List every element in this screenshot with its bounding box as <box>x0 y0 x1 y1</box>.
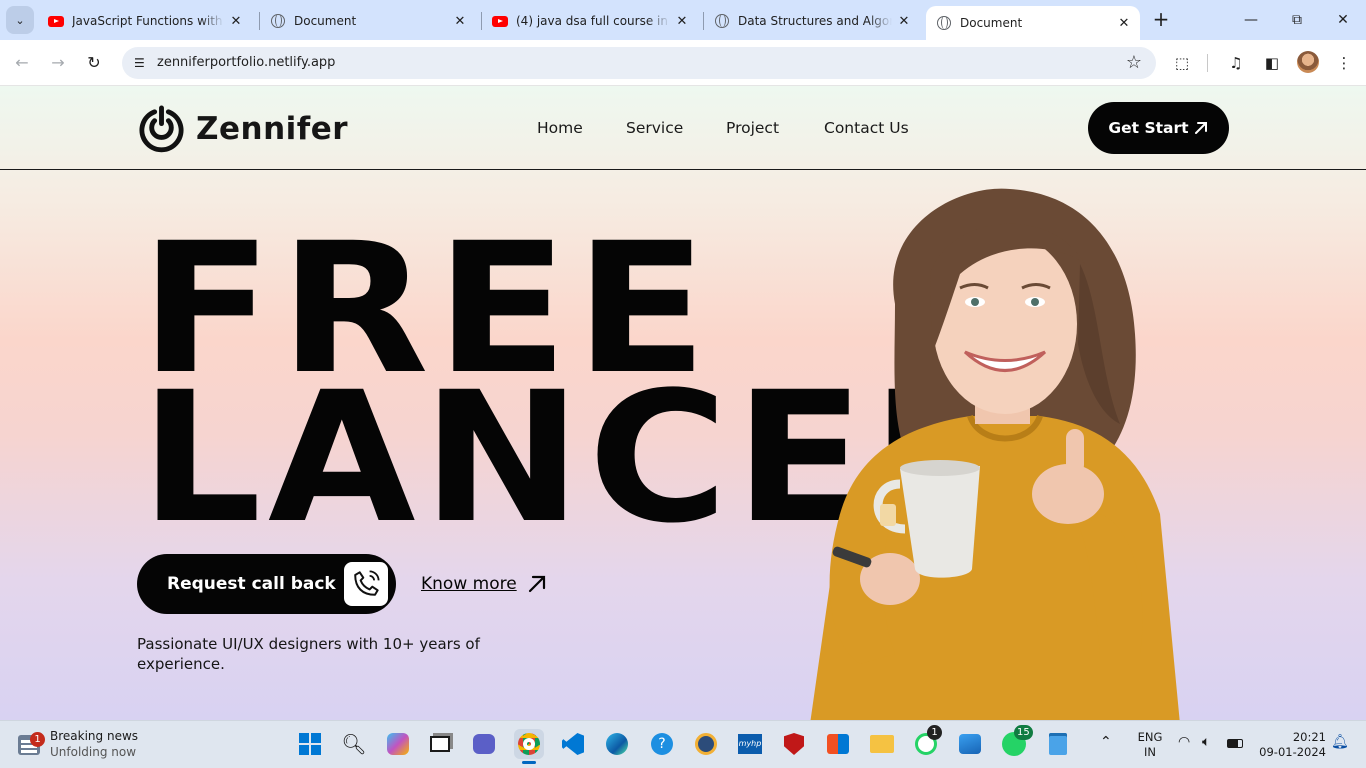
tab-search-button[interactable]: ⌄ <box>6 6 34 34</box>
close-icon[interactable]: ✕ <box>452 14 468 29</box>
tab-title: (4) java dsa full course in hin <box>516 14 670 28</box>
clock-date: 09-01-2024 <box>1259 745 1326 759</box>
wifi-icon[interactable]: ◠ <box>1178 735 1190 750</box>
brand-logo[interactable]: Zennifer <box>137 104 348 153</box>
volume-icon[interactable]: 🔈︎ <box>1202 735 1210 750</box>
notification-bell-icon[interactable]: 🔔︎ <box>1331 735 1349 750</box>
toolbar-divider <box>1207 54 1208 72</box>
freelancer-portrait <box>810 188 1180 720</box>
arrow-up-right-icon <box>1194 122 1207 134</box>
side-panel-icon[interactable]: ◧ <box>1261 52 1283 74</box>
request-call-back-button[interactable]: Request call back <box>137 554 396 614</box>
help-icon[interactable]: ? <box>647 729 677 759</box>
extensions-icon[interactable]: ⬚ <box>1171 52 1193 74</box>
tab-title: Data Structures and Algorith <box>738 14 892 28</box>
tab-title: Document <box>294 14 357 28</box>
browser-toolbar: ← → ↻ ☰ zenniferportfolio.netlify.app ☆ … <box>0 40 1366 86</box>
window-close-icon[interactable]: ✕ <box>1329 8 1357 32</box>
profile-avatar[interactable] <box>1297 51 1319 73</box>
close-icon[interactable]: ✕ <box>228 14 244 29</box>
whatsapp-chat-icon[interactable]: 1 <box>911 725 942 759</box>
arrow-up-right-icon <box>528 575 545 593</box>
copilot-icon[interactable] <box>383 729 413 759</box>
site-header: Zennifer Home Service Project Contact Us… <box>0 86 1366 170</box>
globe-icon <box>270 13 286 29</box>
bookmark-star-icon[interactable]: ☆ <box>1126 52 1142 73</box>
nav-project[interactable]: Project <box>726 119 779 137</box>
close-icon[interactable]: ✕ <box>896 14 912 29</box>
hero-tagline: Passionate UI/UX designers with 10+ year… <box>137 635 480 673</box>
nav-home[interactable]: Home <box>537 119 583 137</box>
youtube-icon <box>48 13 64 29</box>
vscode-icon[interactable] <box>558 729 588 759</box>
media-control-icon[interactable]: ♫ <box>1225 52 1247 74</box>
tab-strip: ⌄ JavaScript Functions with Re ✕ Documen… <box>0 0 1366 40</box>
tab-5-active[interactable]: Document ✕ <box>926 6 1140 40</box>
get-start-label: Get Start <box>1108 119 1189 137</box>
tab-title: Document <box>960 16 1023 30</box>
clock-time: 20:21 <box>1292 730 1326 744</box>
minimize-icon[interactable]: — <box>1237 8 1265 32</box>
news-widget[interactable]: 1 Breaking news Unfolding now <box>18 727 198 763</box>
restore-icon[interactable]: ⧉ <box>1283 8 1311 32</box>
tab-2[interactable]: Document ✕ <box>260 6 476 36</box>
chevron-down-icon: ⌄ <box>15 13 25 27</box>
nav-contact-us[interactable]: Contact Us <box>824 119 909 137</box>
url-text[interactable]: zenniferportfolio.netlify.app <box>157 55 335 70</box>
power-logo-icon <box>139 105 184 153</box>
chat-badge: 1 <box>927 725 942 740</box>
globe-icon <box>936 15 952 31</box>
news-title: Breaking news <box>50 729 139 743</box>
news-badge: 1 <box>30 732 45 747</box>
tab-1[interactable]: JavaScript Functions with Re ✕ <box>38 6 252 36</box>
news-subtitle: Unfolding now <box>50 745 137 759</box>
teams-chat-icon[interactable] <box>469 729 499 759</box>
store-icon[interactable] <box>823 729 853 759</box>
file-explorer-icon[interactable] <box>867 729 897 759</box>
tab-title: JavaScript Functions with Re <box>72 14 224 28</box>
photos-icon[interactable] <box>955 729 985 759</box>
clock[interactable]: 20:21 09-01-2024 <box>1258 730 1326 760</box>
youtube-icon <box>492 13 508 29</box>
myhp-icon[interactable]: myhp <box>735 729 765 759</box>
globe-icon <box>714 13 730 29</box>
reload-icon[interactable]: ↻ <box>83 52 105 74</box>
forward-icon[interactable]: → <box>47 52 69 74</box>
back-icon[interactable]: ← <box>11 52 33 74</box>
brand-name: Zennifer <box>196 110 349 147</box>
tab-4[interactable]: Data Structures and Algorith ✕ <box>704 6 920 36</box>
new-tab-button[interactable]: + <box>1150 9 1172 31</box>
request-call-back-label: Request call back <box>167 574 336 594</box>
tab-3[interactable]: (4) java dsa full course in hin ✕ <box>482 6 698 36</box>
region-code: IN <box>1144 745 1156 759</box>
whatsapp-badge: 15 <box>1014 725 1033 740</box>
get-start-button[interactable]: Get Start <box>1088 102 1229 154</box>
tray-chevron-up-icon[interactable]: ⌃ <box>1100 735 1112 750</box>
edge-icon[interactable] <box>602 729 632 759</box>
phone-icon <box>344 562 388 606</box>
windows-taskbar: 1 Breaking news Unfolding now 🔍︎ ? myhp … <box>0 720 1366 768</box>
mcafee-icon[interactable] <box>779 729 809 759</box>
menu-kebab-icon[interactable]: ⋮ <box>1333 52 1355 74</box>
know-more-label: Know more <box>421 574 517 594</box>
know-more-link[interactable]: Know more <box>421 574 547 594</box>
address-bar[interactable]: ☰ zenniferportfolio.netlify.app ☆ <box>122 47 1156 79</box>
close-icon[interactable]: ✕ <box>1116 16 1132 31</box>
battery-icon[interactable] <box>1227 737 1243 752</box>
start-windows-icon[interactable] <box>295 729 325 759</box>
language-indicator[interactable]: ENG IN <box>1136 730 1164 760</box>
media-player-icon[interactable] <box>691 729 721 759</box>
website-page: Zennifer Home Service Project Contact Us… <box>0 86 1366 720</box>
search-icon[interactable]: 🔍︎ <box>339 729 369 759</box>
language-code: ENG <box>1137 730 1163 744</box>
chrome-icon[interactable] <box>514 729 544 764</box>
site-info-icon[interactable]: ☰ <box>134 55 150 71</box>
notepad-icon[interactable] <box>1043 729 1073 759</box>
task-view-icon[interactable] <box>425 729 455 759</box>
whatsapp-icon[interactable]: 15 <box>999 725 1033 759</box>
nav-service[interactable]: Service <box>626 119 683 137</box>
close-icon[interactable]: ✕ <box>674 14 690 29</box>
